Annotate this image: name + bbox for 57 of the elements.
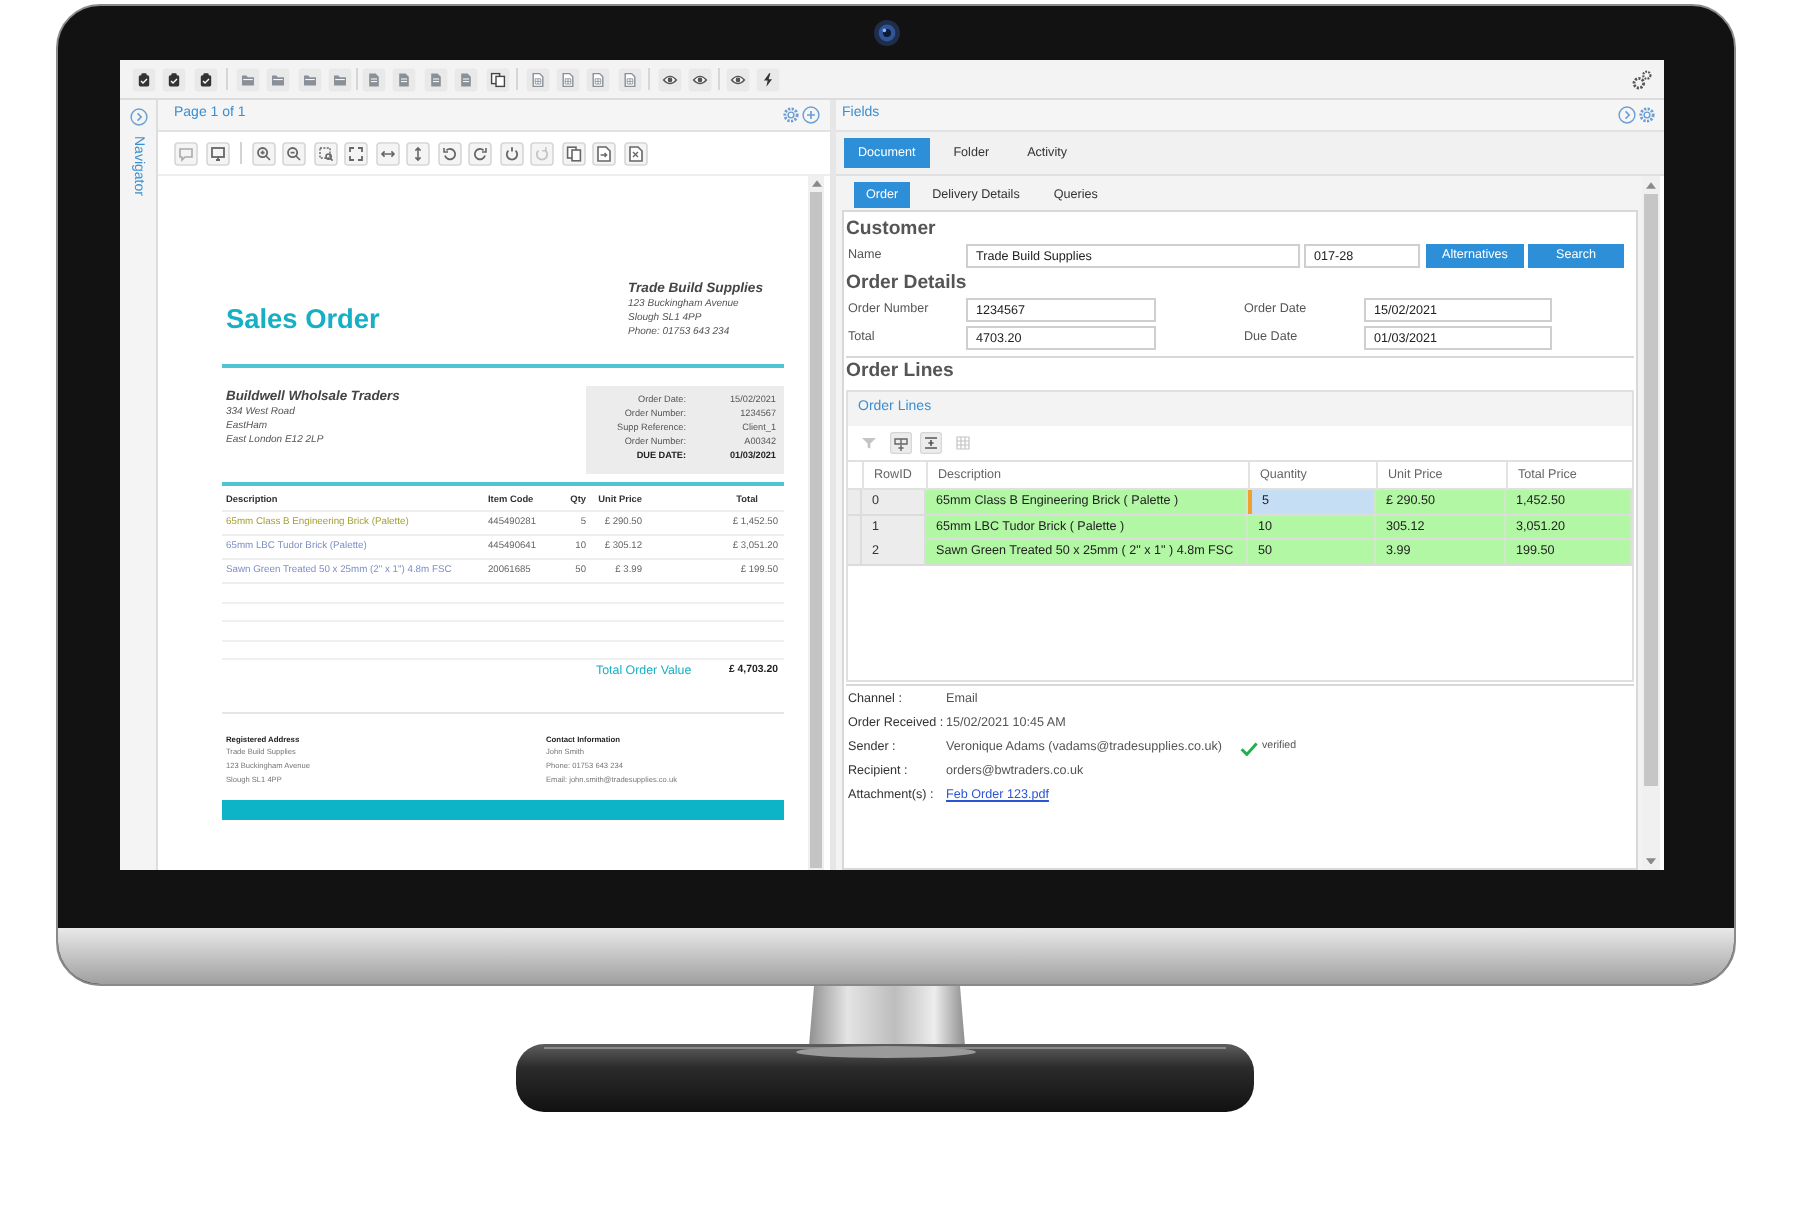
- scrollbar-thumb[interactable]: [1644, 193, 1658, 785]
- row-handle[interactable]: [848, 540, 862, 564]
- monitor-icon[interactable]: [205, 141, 229, 165]
- vertical-arrows-icon[interactable]: [406, 141, 430, 165]
- page-grid-icon[interactable]: [555, 67, 580, 91]
- page-icon[interactable]: [392, 67, 417, 91]
- table-add-icon[interactable]: [889, 432, 911, 454]
- page-grid-icon[interactable]: [525, 67, 550, 91]
- gear-icon[interactable]: [781, 106, 799, 124]
- gear-icon[interactable]: [1638, 106, 1656, 124]
- eye-icon[interactable]: [726, 67, 751, 91]
- power-icon[interactable]: [499, 141, 523, 165]
- clipboard-icon[interactable]: [132, 67, 156, 91]
- folder-icon[interactable]: [266, 67, 291, 91]
- funnel-icon[interactable]: [858, 432, 880, 454]
- section-heading: Customer: [846, 216, 938, 242]
- plus-circle-icon[interactable]: [802, 106, 820, 124]
- up-arrow-icon[interactable]: [1646, 182, 1656, 189]
- section-heading: Order Lines: [846, 358, 956, 386]
- row-handle[interactable]: [848, 515, 862, 539]
- section-heading: Order Details: [846, 270, 969, 296]
- down-arrow-icon[interactable]: [1646, 857, 1656, 864]
- scrollbar[interactable]: [1642, 176, 1660, 870]
- chevron-circle-icon[interactable]: [1617, 106, 1635, 124]
- check-icon: [1240, 741, 1258, 755]
- folder-icon[interactable]: [297, 67, 322, 91]
- eye-icon[interactable]: [657, 67, 682, 91]
- eye-icon[interactable]: [688, 67, 713, 91]
- gears-icon[interactable]: [1632, 69, 1652, 89]
- page-cross-icon[interactable]: [623, 141, 647, 165]
- rotate-left-icon[interactable]: [437, 141, 461, 165]
- table-insert-icon[interactable]: [920, 432, 942, 454]
- scrollbar-thumb[interactable]: [810, 191, 822, 867]
- rotate-right-icon[interactable]: [468, 141, 492, 165]
- scrollbar[interactable]: [808, 176, 824, 870]
- up-arrow-icon[interactable]: [811, 180, 821, 187]
- chevron-circle-icon[interactable]: [129, 108, 147, 126]
- page-grid-icon[interactable]: [586, 67, 611, 91]
- zoom-out-icon[interactable]: [282, 141, 306, 165]
- page-icon[interactable]: [423, 67, 448, 91]
- horizontal-arrows-icon[interactable]: [375, 141, 399, 165]
- page-grid-icon[interactable]: [617, 67, 642, 91]
- clipboard-icon[interactable]: [162, 67, 187, 91]
- row-handle[interactable]: [848, 490, 862, 514]
- document-title: Sales Order: [226, 306, 380, 334]
- folder-icon[interactable]: [327, 67, 352, 91]
- page-arrow-icon[interactable]: [592, 141, 616, 165]
- webcam-icon: [873, 20, 899, 46]
- page-icon[interactable]: [361, 67, 386, 91]
- pages-icon[interactable]: [561, 141, 585, 165]
- zoom-in-icon[interactable]: [251, 141, 275, 165]
- folder-icon[interactable]: [235, 67, 260, 91]
- zoom-area-icon[interactable]: [313, 141, 337, 165]
- pages-icon[interactable]: [485, 67, 510, 91]
- clipboard-icon[interactable]: [193, 67, 218, 91]
- fit-corners-icon[interactable]: [344, 141, 368, 165]
- lightning-icon[interactable]: [756, 67, 781, 91]
